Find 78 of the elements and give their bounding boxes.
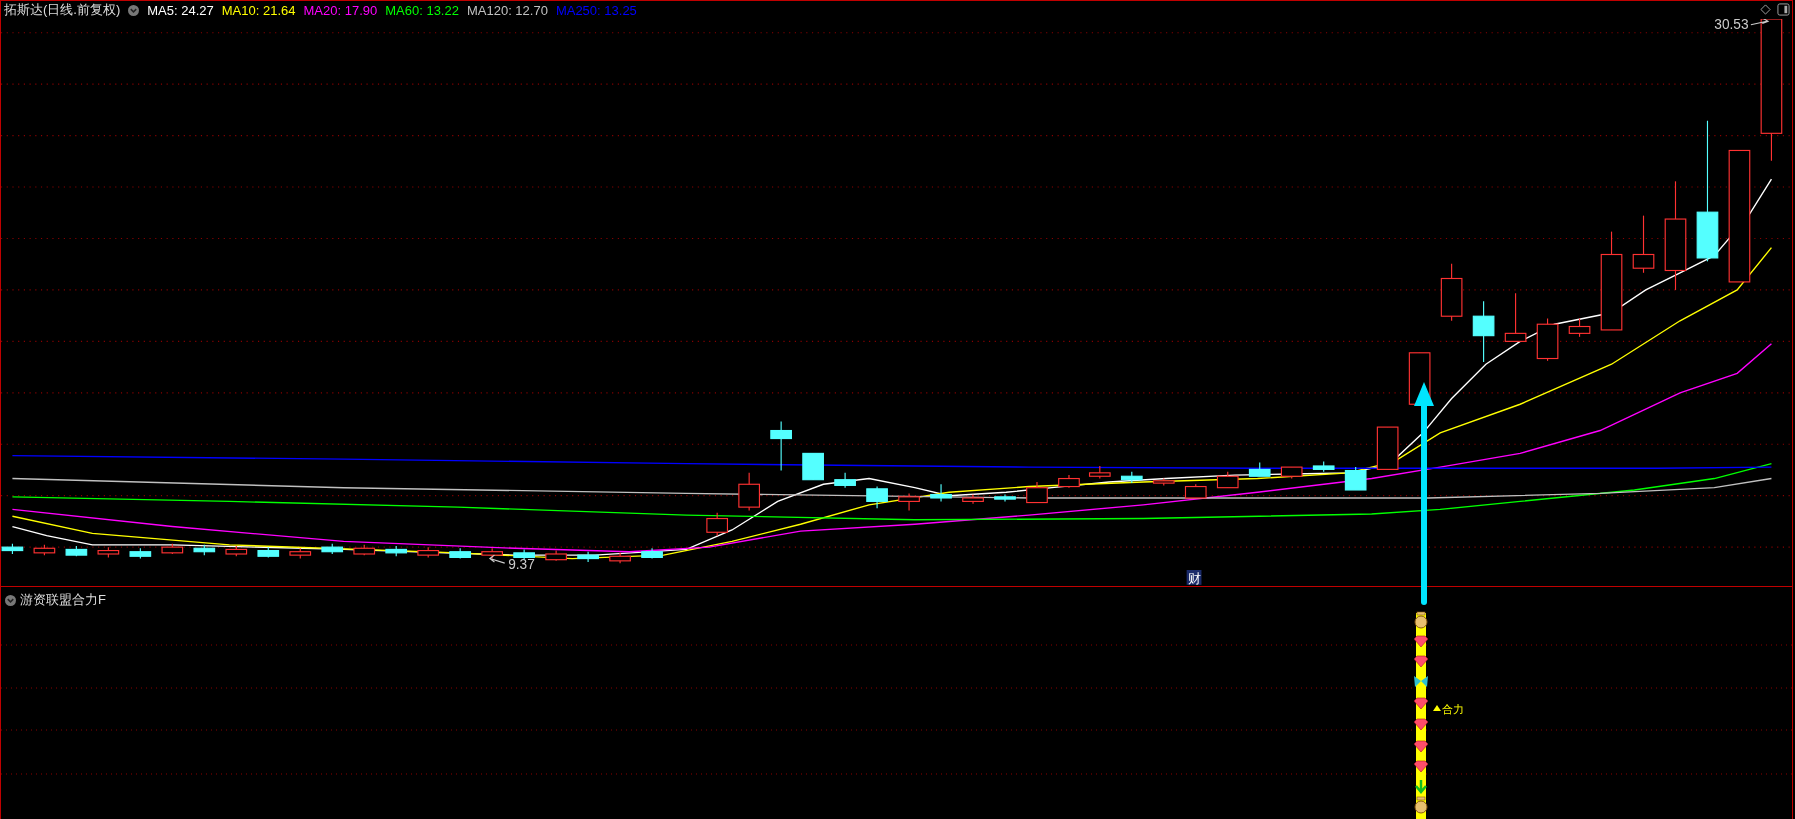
dropdown-icon[interactable] (5, 594, 16, 606)
candlestick (545, 550, 567, 562)
candlestick (706, 512, 729, 537)
candlestick (641, 547, 663, 560)
candlestick (1120, 471, 1143, 484)
gem-icon (1413, 635, 1429, 648)
candlestick (577, 551, 599, 563)
diamond-icon[interactable] (1760, 4, 1771, 15)
candlestick (1152, 477, 1175, 486)
candlestick (834, 472, 856, 489)
candlestick (33, 544, 56, 556)
ma-legend-label: MA250: 13.25 (555, 2, 637, 18)
candlestick (1088, 465, 1111, 480)
event-badge[interactable]: 财 (1186, 570, 1202, 586)
gem-icon (1413, 655, 1429, 668)
candlestick (1312, 460, 1335, 473)
candlestick (289, 547, 312, 560)
ma-legend-label: MA120: 12.70 (466, 2, 548, 18)
signal-marker-icon (1433, 705, 1441, 711)
money-bag-icon (1414, 796, 1428, 814)
gem-icon (1413, 697, 1429, 710)
candlestick (417, 546, 440, 558)
candlestick (193, 544, 216, 556)
candlestick (930, 483, 952, 502)
candlestick (97, 546, 120, 558)
candlestick (1536, 317, 1559, 362)
candlestick (65, 545, 88, 557)
gem-icon (1413, 760, 1429, 773)
candlestick (770, 420, 792, 472)
gem-icon (1413, 740, 1429, 753)
low-price-label: 9.37 (508, 556, 535, 572)
indicator-title: 游资联盟合力F (20, 591, 106, 609)
candlestick (1184, 483, 1207, 499)
money-bag-icon (1414, 611, 1428, 629)
candlestick (385, 545, 408, 557)
candlestick (257, 546, 280, 558)
ma-legend-label: MA60: 13.22 (385, 2, 459, 18)
butterfly-icon (1414, 676, 1428, 687)
candlestick (161, 543, 184, 555)
candlestick (1280, 466, 1303, 480)
candlestick (1472, 300, 1495, 363)
candlestick (1504, 292, 1527, 342)
candlestick (513, 548, 535, 561)
candlestick (449, 547, 471, 560)
candlestick (994, 494, 1016, 502)
candlestick (1058, 474, 1080, 489)
candlestick (802, 452, 824, 481)
dropdown-icon[interactable] (128, 4, 140, 16)
candlestick (1376, 426, 1399, 470)
candlestick (1026, 481, 1048, 504)
candlestick (609, 552, 631, 564)
signal-label: 合力 (1442, 703, 1464, 715)
ma-legend-label: MA5: 24.27 (147, 2, 214, 18)
pointer-arrow-icon (488, 554, 506, 564)
panel-toggle-icon[interactable] (1777, 3, 1790, 16)
candlestick (353, 544, 376, 556)
ma-legend-label: MA20: 17.90 (303, 2, 378, 18)
candlestick (1440, 263, 1463, 322)
stock-title: 拓斯达(日线.前复权) (4, 1, 121, 19)
pointer-arrow-icon (1750, 19, 1770, 26)
candlestick (1344, 466, 1367, 491)
candlestick (225, 545, 248, 557)
candlestick (1568, 317, 1591, 338)
gem-icon (1413, 718, 1429, 731)
candlestick (481, 547, 503, 560)
candlestick (738, 472, 760, 512)
candlestick (962, 494, 984, 505)
candlestick (1216, 471, 1239, 489)
candlestick (1, 543, 24, 555)
candlestick (898, 492, 920, 512)
candlestick (1248, 461, 1271, 477)
candlestick (1632, 215, 1655, 274)
candlestick (129, 547, 152, 560)
down-arrow-icon (1414, 778, 1428, 794)
ma-legend-label: MA10: 21.64 (221, 2, 296, 18)
high-price-label: 30.53 (1714, 19, 1749, 33)
candlestick (866, 486, 888, 509)
candlestick (321, 543, 344, 555)
